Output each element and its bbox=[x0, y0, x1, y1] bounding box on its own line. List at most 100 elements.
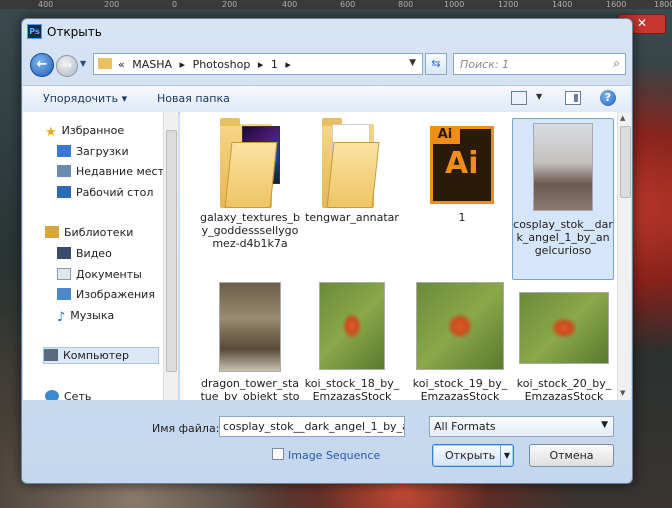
command-bar: Упорядочить ▾ Новая папка ▼ ? bbox=[23, 85, 631, 113]
file-format-select[interactable]: All Formats ▼ bbox=[429, 416, 614, 437]
breadcrumb-item[interactable]: Photoshop bbox=[193, 58, 251, 71]
breadcrumb-item[interactable]: 1 bbox=[271, 58, 278, 71]
breadcrumb-separator[interactable]: ▸ bbox=[258, 58, 264, 71]
ruler-tick: 1200 bbox=[498, 0, 519, 9]
video-icon bbox=[57, 247, 71, 259]
folder-icon bbox=[220, 118, 280, 208]
preview-pane-icon[interactable] bbox=[565, 91, 581, 105]
documents-icon bbox=[57, 268, 71, 280]
file-item[interactable]: koi_stock_19_by_EmzazasStock bbox=[410, 282, 510, 400]
file-list-scrollbar[interactable]: ▲ ▼ bbox=[617, 112, 631, 400]
nav-favorites[interactable]: ★ Избранное bbox=[45, 124, 125, 140]
file-item[interactable]: galaxy_textures_by_goddesssellygomez-d4b… bbox=[200, 118, 300, 250]
breadcrumb-overflow[interactable]: « bbox=[118, 58, 125, 71]
nav-item-video[interactable]: Видео bbox=[57, 247, 112, 260]
ruler-tick: 200 bbox=[104, 0, 120, 9]
refresh-button[interactable]: ⇆ bbox=[425, 53, 447, 75]
file-item[interactable]: koi_stock_20_by_EmzazasStock bbox=[514, 282, 614, 400]
nav-item-downloads[interactable]: Загрузки bbox=[57, 145, 129, 158]
ruler-tick: 1800 bbox=[654, 0, 672, 9]
file-name: galaxy_textures_by_goddesssellygomez-d4b… bbox=[200, 211, 300, 250]
file-item-selected[interactable]: cosplay_stok__dark_angel_1_by_angelcurio… bbox=[512, 118, 614, 280]
nav-network[interactable]: Сеть bbox=[45, 390, 91, 400]
organize-button[interactable]: Упорядочить ▾ bbox=[43, 92, 127, 105]
nav-favorites-label: Избранное bbox=[61, 124, 125, 137]
view-options-icon[interactable] bbox=[511, 91, 527, 105]
breadcrumb-separator[interactable]: ▸ bbox=[180, 58, 186, 71]
file-item[interactable]: dragon_tower_statue_by_objekt_stock bbox=[200, 282, 300, 400]
music-icon: ♪ bbox=[57, 310, 66, 325]
ruler-tick: 0 bbox=[172, 0, 178, 9]
desktop-icon bbox=[57, 186, 71, 198]
chevron-down-icon[interactable]: ▼ bbox=[536, 92, 542, 101]
network-icon bbox=[45, 390, 59, 400]
scroll-down-icon[interactable]: ▼ bbox=[620, 389, 625, 397]
ruler-tick: 800 bbox=[398, 0, 414, 9]
search-icon: ⌕ bbox=[613, 56, 620, 70]
back-button[interactable]: ← bbox=[30, 53, 54, 77]
titlebar: Ps Открыть bbox=[22, 19, 632, 45]
recent-locations-dropdown[interactable]: ▼ bbox=[80, 59, 86, 68]
open-file-dialog: Ps Открыть ← → ▼ « MASHA ▸ Photoshop ▸ 1… bbox=[21, 18, 633, 484]
file-list: galaxy_textures_by_goddesssellygomez-d4b… bbox=[180, 112, 631, 400]
file-name: cosplay_stok__dark_angel_1_by_angelcurio… bbox=[513, 218, 613, 257]
nav-item-music[interactable]: ♪ Музыка bbox=[57, 309, 114, 325]
filename-label: Имя файла: bbox=[152, 422, 220, 435]
scrollbar-thumb[interactable] bbox=[620, 126, 631, 198]
open-button[interactable]: Открыть ▼ bbox=[432, 444, 514, 467]
breadcrumb-item[interactable]: MASHA bbox=[132, 58, 172, 71]
nav-item-label: Изображения bbox=[76, 288, 155, 301]
nav-libraries[interactable]: Библиотеки bbox=[45, 226, 133, 239]
file-name: dragon_tower_statue_by_objekt_stock bbox=[200, 377, 300, 400]
library-icon bbox=[45, 226, 59, 238]
filename-input[interactable]: cosplay_stok__dark_angel_1_by_ar bbox=[219, 416, 405, 437]
nav-computer-label: Компьютер bbox=[63, 349, 129, 362]
ruler-tick: 600 bbox=[340, 0, 356, 9]
folder-icon bbox=[322, 118, 382, 208]
new-folder-button[interactable]: Новая папка bbox=[157, 92, 230, 105]
search-placeholder: Поиск: 1 bbox=[460, 58, 510, 71]
image-sequence-checkbox[interactable]: Image Sequence bbox=[272, 448, 380, 462]
scroll-up-icon[interactable]: ▲ bbox=[620, 114, 625, 122]
chevron-down-icon: ▼ bbox=[601, 420, 608, 430]
photoshop-app-icon: Ps bbox=[27, 24, 42, 39]
file-name: 1 bbox=[458, 211, 466, 224]
image-thumbnail bbox=[519, 292, 609, 364]
ruler-tick: 1600 bbox=[606, 0, 627, 9]
nav-item-documents[interactable]: Документы bbox=[57, 268, 142, 281]
nav-item-desktop[interactable]: Рабочий стол bbox=[57, 186, 153, 199]
recent-places-icon bbox=[57, 165, 71, 177]
nav-item-label: Видео bbox=[76, 247, 112, 260]
image-sequence-label: Image Sequence bbox=[288, 449, 381, 462]
nav-computer[interactable]: Компьютер bbox=[43, 347, 159, 364]
nav-item-label: Документы bbox=[76, 268, 142, 281]
help-icon[interactable]: ? bbox=[600, 90, 616, 106]
chevron-down-icon[interactable]: ▼ bbox=[409, 58, 416, 68]
scrollbar-thumb[interactable] bbox=[166, 130, 177, 372]
breadcrumb-separator[interactable]: ▸ bbox=[285, 58, 291, 71]
search-input[interactable]: Поиск: 1 ⌕ bbox=[453, 53, 626, 75]
computer-icon bbox=[44, 349, 58, 361]
pictures-icon bbox=[57, 288, 71, 300]
file-name: koi_stock_19_by_EmzazasStock bbox=[412, 377, 508, 400]
chevron-down-icon[interactable]: ▼ bbox=[500, 445, 513, 466]
image-thumbnail bbox=[416, 282, 504, 370]
navigation-pane: ★ Избранное Загрузки Недавние места Рабоч… bbox=[23, 112, 178, 400]
file-item[interactable]: tengwar_annatar bbox=[302, 118, 402, 224]
ruler-tick: 400 bbox=[282, 0, 298, 9]
forward-button[interactable]: → bbox=[56, 55, 78, 77]
navigation-scrollbar[interactable] bbox=[163, 112, 178, 400]
nav-item-pictures[interactable]: Изображения bbox=[57, 288, 155, 301]
refresh-icon: ⇆ bbox=[431, 57, 441, 70]
file-name: tengwar_annatar bbox=[305, 211, 399, 224]
cancel-button[interactable]: Отмена bbox=[529, 444, 614, 467]
file-format-value: All Formats bbox=[434, 420, 496, 433]
address-bar[interactable]: « MASHA ▸ Photoshop ▸ 1 ▸ ▼ bbox=[93, 53, 423, 75]
nav-item-recent-places[interactable]: Недавние места bbox=[57, 165, 171, 178]
star-icon: ★ bbox=[45, 125, 57, 140]
ai-badge: Ai bbox=[430, 126, 460, 144]
file-item[interactable]: Ai Ai 1 bbox=[412, 120, 512, 224]
file-item[interactable]: koi_stock_18_by_EmzazasStock bbox=[302, 282, 402, 400]
open-button-label: Открыть bbox=[445, 449, 496, 462]
ruler-tick: 1000 bbox=[444, 0, 465, 9]
